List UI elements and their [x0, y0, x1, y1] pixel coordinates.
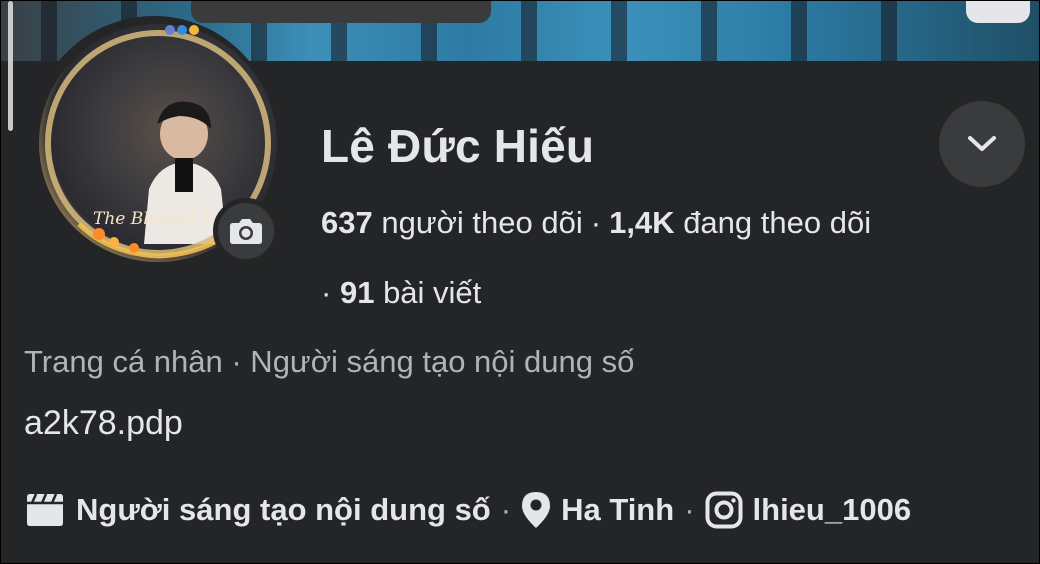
- scroll-indicator[interactable]: [8, 1, 13, 131]
- profile-dropdown-button[interactable]: [939, 101, 1025, 187]
- profile-details: Người sáng tạo nội dung số · Ha Tinh · l…: [24, 490, 911, 530]
- posts-count[interactable]: 91: [340, 275, 374, 310]
- following-label[interactable]: đang theo dõi: [683, 205, 871, 240]
- profile-screen: The Blazing Tra Lê Đức Hiếu 637 người th…: [0, 0, 1040, 564]
- location-label[interactable]: Ha Tinh: [561, 492, 674, 528]
- camera-icon: [230, 219, 262, 244]
- profile-username: a2k78.pdp: [24, 404, 183, 442]
- clapperboard-icon: [24, 493, 66, 527]
- profile-name: Lê Đức Hiếu: [321, 120, 595, 172]
- avatar-overlay-text: The Blazing Tra: [93, 209, 231, 229]
- instagram-icon: [705, 491, 743, 529]
- posts-stats: · 91 bài viết: [321, 275, 481, 311]
- profile-category: Trang cá nhân · Người sáng tạo nội dung …: [24, 344, 635, 379]
- follow-stats: 637 người theo dõi · 1,4K đang theo dõi: [321, 205, 871, 241]
- stats-separator: ·: [590, 205, 602, 240]
- map-pin-icon: [521, 491, 551, 529]
- details-separator: ·: [684, 492, 695, 527]
- creator-label: Người sáng tạo nội dung số: [76, 492, 491, 527]
- followers-count[interactable]: 637: [321, 205, 373, 240]
- stats-separator: ·: [321, 275, 332, 310]
- posts-label[interactable]: bài viết: [383, 275, 481, 310]
- following-count[interactable]: 1,4K: [609, 205, 674, 240]
- details-separator: ·: [500, 492, 512, 527]
- cover-edit-button[interactable]: [966, 1, 1030, 23]
- avatar-badges: [165, 25, 199, 35]
- chevron-down-icon: [968, 136, 996, 151]
- change-photo-button[interactable]: [213, 198, 279, 264]
- followers-label[interactable]: người theo dõi: [381, 205, 582, 240]
- instagram-handle[interactable]: lhieu_1006: [753, 492, 912, 528]
- profile-picture[interactable]: The Blazing Tra: [31, 16, 281, 266]
